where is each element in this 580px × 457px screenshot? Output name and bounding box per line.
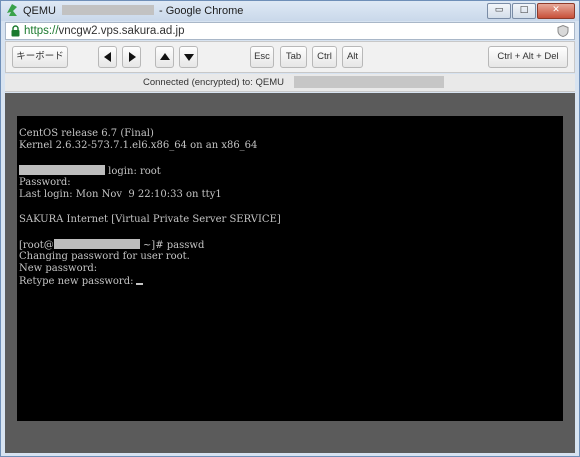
- close-button[interactable]: ✕: [537, 3, 575, 19]
- url-text[interactable]: https://vncgw2.vps.sakura.ad.jp: [24, 24, 184, 38]
- connection-status-bar: Connected (encrypted) to: QEMU: [5, 74, 575, 92]
- vnc-viewport: CentOS release 6.7 (Final) Kernel 2.6.32…: [5, 93, 575, 453]
- minimize-button[interactable]: ▭: [487, 3, 511, 19]
- window-controls: ▭ □ ✕: [486, 3, 575, 19]
- login-text: login: root: [105, 165, 161, 177]
- redacted-hostname: [53, 238, 140, 249]
- console-line: [root@ ~]# passwd: [19, 238, 281, 251]
- arrow-down-icon: [183, 54, 194, 61]
- retype-prompt: Retype new password:: [19, 275, 134, 287]
- ctrl-alt-del-button[interactable]: Ctrl + Alt + Del: [488, 46, 568, 68]
- console-line: login: root: [19, 164, 281, 177]
- arrow-right-icon: [128, 52, 136, 62]
- browser-window: QEMU - Google Chrome ▭ □ ✕ https://vncgw2…: [0, 0, 580, 457]
- redacted-title-segment: [62, 5, 154, 15]
- keyboard-button[interactable]: キーボード: [12, 46, 68, 68]
- console-line: Password:: [19, 177, 71, 189]
- arrow-down-button[interactable]: [179, 46, 198, 68]
- prompt-prefix: [root@: [19, 239, 54, 251]
- esc-button[interactable]: Esc: [250, 46, 274, 68]
- extension-shield-icon[interactable]: [557, 25, 569, 37]
- console-line: Changing password for user root.: [19, 250, 190, 262]
- arrow-up-icon: [159, 53, 170, 60]
- console-output: CentOS release 6.7 (Final) Kernel 2.6.32…: [19, 128, 281, 288]
- console-blank-line: [19, 226, 281, 238]
- window-title: QEMU - Google Chrome: [23, 5, 244, 17]
- arrow-up-button[interactable]: [155, 46, 174, 68]
- connection-status-text: Connected (encrypted) to: QEMU: [143, 77, 284, 88]
- text-cursor: [136, 282, 144, 285]
- url-host: vncgw2.vps.sakura.ad.jp: [58, 25, 185, 37]
- lock-icon: [11, 25, 20, 37]
- qemu-app-icon: [7, 4, 17, 16]
- maximize-button[interactable]: □: [512, 3, 536, 19]
- console-line: Last login: Mon Nov 9 22:10:33 on tty1: [19, 189, 222, 201]
- arrow-left-button[interactable]: [98, 46, 117, 68]
- title-bar[interactable]: QEMU - Google Chrome ▭ □ ✕: [1, 1, 579, 21]
- console-blank-line: [19, 202, 281, 214]
- console-line: SAKURA Internet [Virtual Private Server …: [19, 214, 281, 226]
- console-blank-line: [19, 153, 281, 165]
- console-screen[interactable]: CentOS release 6.7 (Final) Kernel 2.6.32…: [17, 116, 563, 421]
- ctrl-button[interactable]: Ctrl: [312, 46, 337, 68]
- tab-button[interactable]: Tab: [280, 46, 307, 68]
- alt-button[interactable]: Alt: [342, 46, 363, 68]
- redacted-hostname: [19, 164, 105, 175]
- redacted-host: [294, 76, 444, 88]
- address-bar[interactable]: https://vncgw2.vps.sakura.ad.jp: [5, 22, 575, 40]
- arrow-right-button[interactable]: [122, 46, 141, 68]
- console-line: New password:: [19, 263, 98, 275]
- vnc-toolbar: キーボード Esc Tab Ctrl Alt Ctrl + Alt + Del: [5, 41, 575, 73]
- console-line: Kernel 2.6.32-573.7.1.el6.x86_64 on an x…: [19, 140, 258, 152]
- arrow-left-icon: [103, 52, 111, 62]
- prompt-command: ~]# passwd: [139, 239, 205, 251]
- console-line: Retype new password:: [19, 276, 281, 288]
- console-line: CentOS release 6.7 (Final): [19, 128, 154, 139]
- url-scheme: https://: [24, 25, 59, 37]
